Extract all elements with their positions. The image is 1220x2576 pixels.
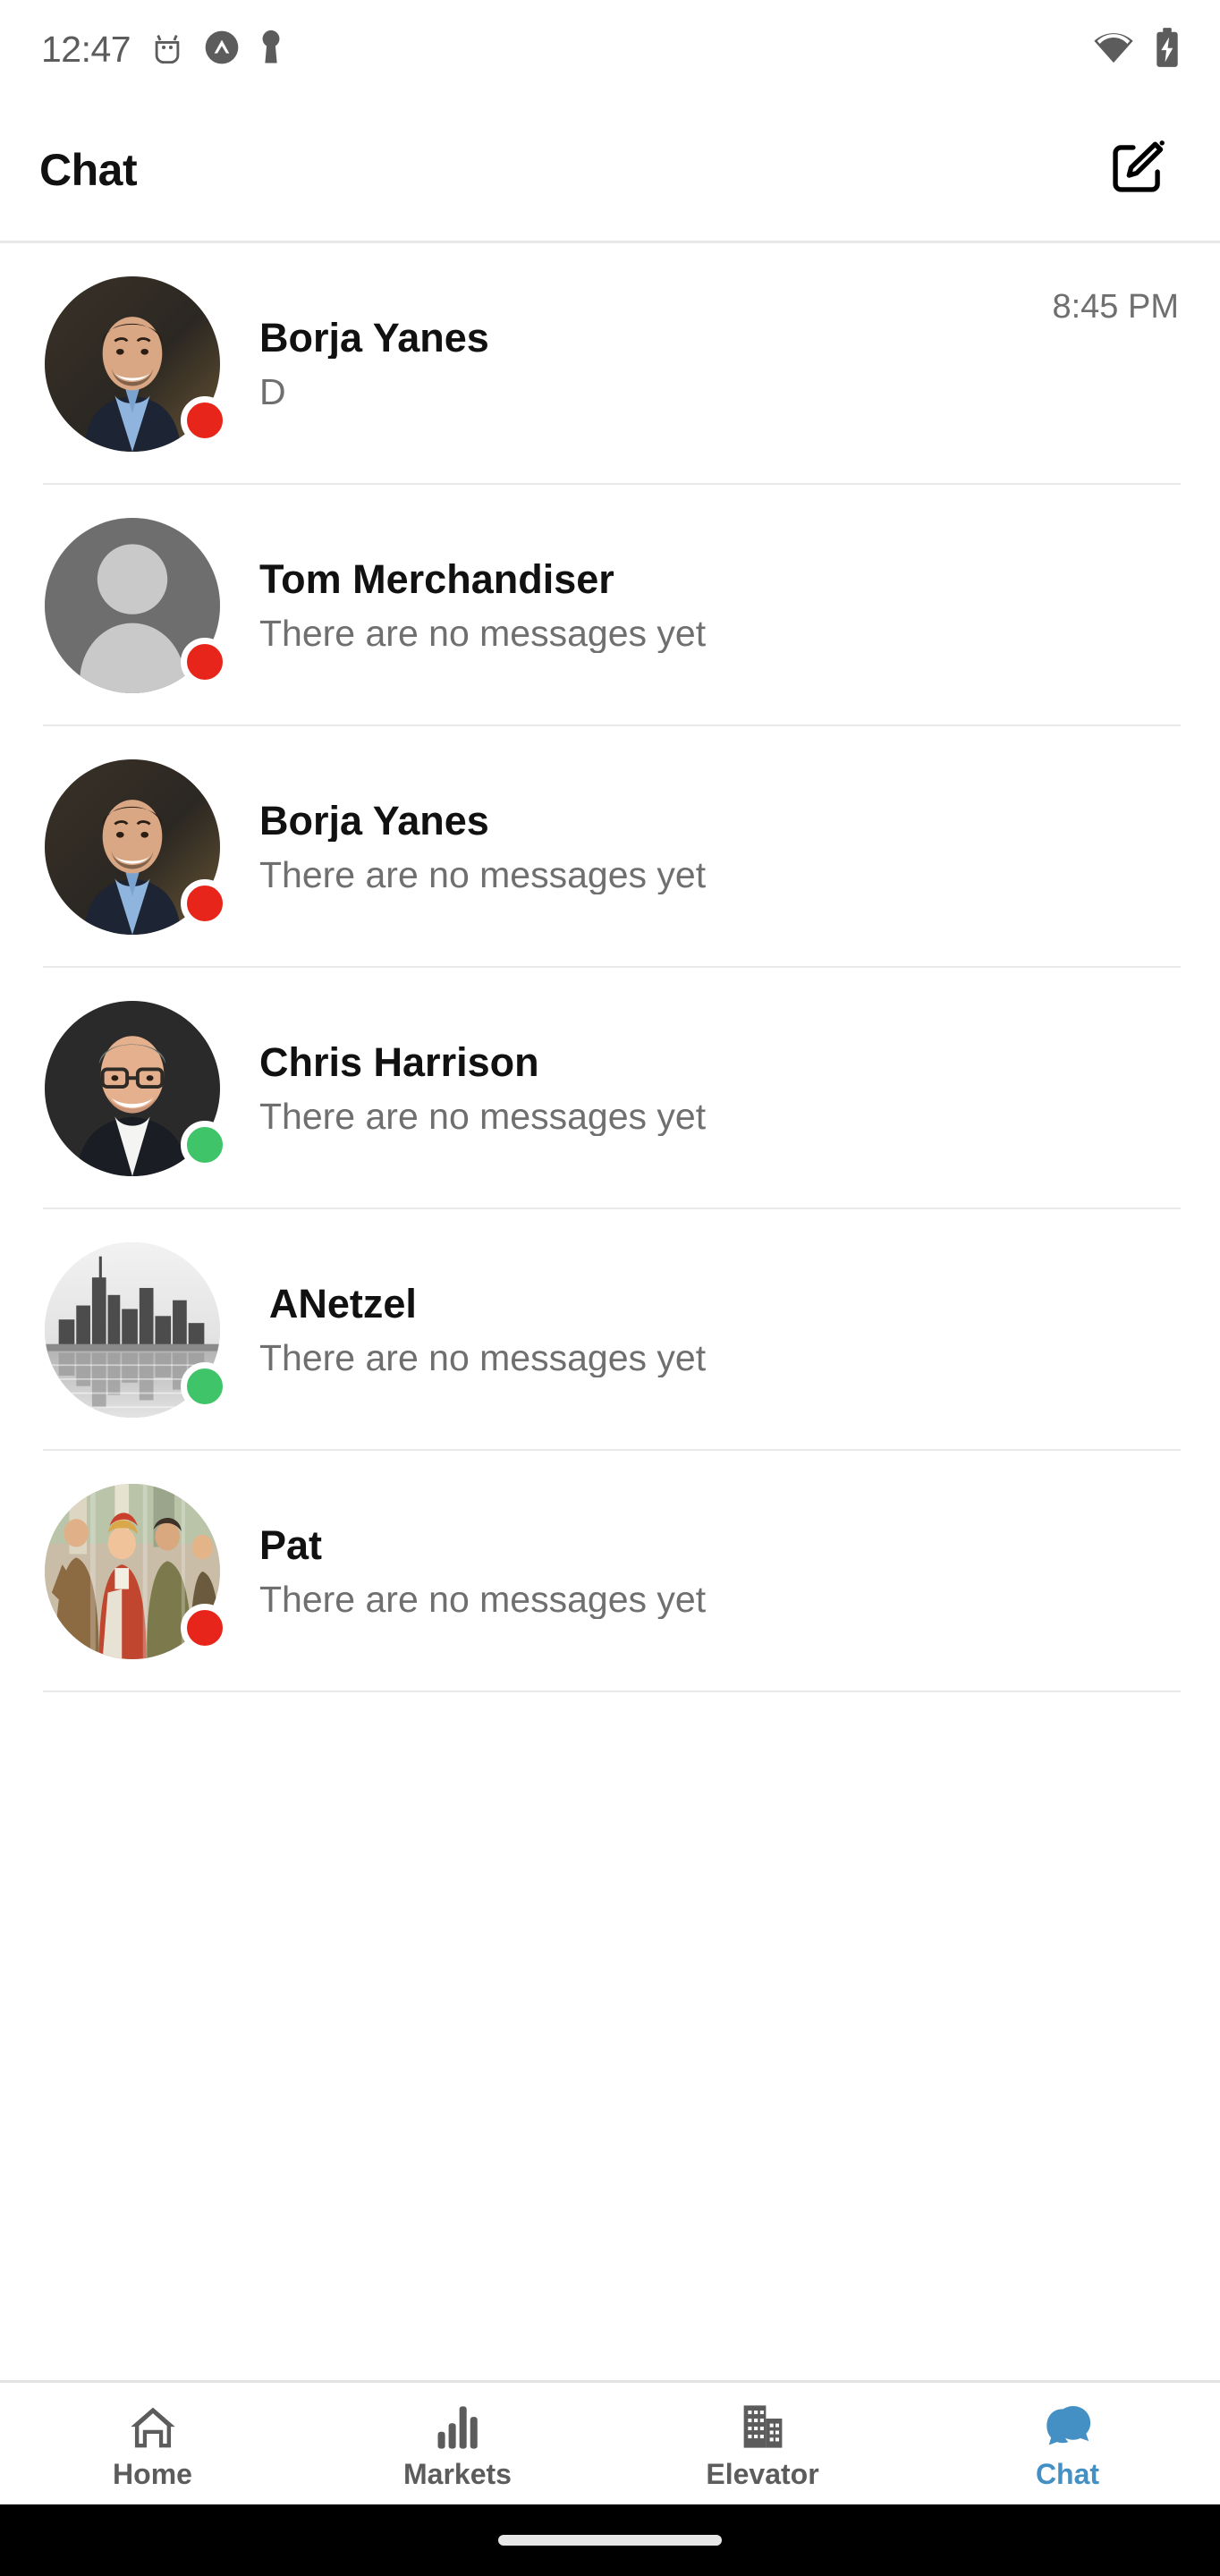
status-dot-online [181,1121,229,1169]
chat-list-item[interactable]: Borja Yanes D 8:45 PM [0,243,1220,485]
chat-item-text: ANetzel There are no messages yet [220,1283,1165,1377]
chat-list-item[interactable]: ANetzel There are no messages yet [0,1209,1220,1451]
status-bar: 12:47 [0,0,1220,98]
chat-item-text: Chris Harrison There are no messages yet [220,1041,1165,1136]
app-badge-icon [204,30,240,70]
nav-tab-elevator[interactable]: Elevator [610,2383,915,2504]
chat-preview: There are no messages yet [259,614,707,654]
chat-bubbles-icon [1042,2399,1094,2451]
bar-chart-icon [435,2399,481,2451]
chat-list-item[interactable]: Tom Merchandiser There are no messages y… [0,485,1220,726]
gesture-navigation-bar [0,2504,1220,2576]
chat-name: Borja Yanes [259,799,489,843]
status-bar-clock: 12:47 [41,28,131,70]
avatar[interactable] [45,518,229,693]
chat-name: Chris Harrison [259,1040,539,1084]
compose-button[interactable] [1097,129,1179,211]
app-screen: 12:47 Chat Borja Yanes D 8:45 PM Tom Mer… [0,0,1220,2576]
nav-tab-chat[interactable]: Chat [915,2383,1220,2504]
chat-name: Borja Yanes [259,316,489,360]
chat-item-meta [1165,968,1179,1014]
app-header: Chat [0,98,1220,243]
avatar[interactable] [45,1001,229,1176]
chat-item-meta [1165,485,1179,531]
bottom-navigation: Home Markets Elevator Chat [0,2380,1220,2504]
chat-timestamp: 8:45 PM [1052,288,1179,326]
avatar[interactable] [45,276,229,452]
battery-charging-icon [1154,27,1181,72]
avatar[interactable] [45,759,229,935]
chat-item-text: Tom Merchandiser There are no messages y… [220,558,1165,653]
android-debug-icon [150,29,184,71]
chat-name: ANetzel [259,1282,417,1326]
chat-item-meta [1165,1209,1179,1256]
avatar[interactable] [45,1242,229,1418]
chat-item-text: Borja Yanes There are no messages yet [220,800,1165,894]
nav-label-chat: Chat [1035,2458,1100,2490]
buildings-icon [739,2399,787,2451]
nav-tab-markets[interactable]: Markets [305,2383,610,2504]
nav-label-home: Home [113,2458,192,2490]
nav-label-elevator: Elevator [706,2458,819,2490]
chat-list: Borja Yanes D 8:45 PM Tom Merchandiser T… [0,243,1220,2380]
chat-item-meta [1165,1451,1179,1497]
key-icon [259,29,283,71]
chat-name: Tom Merchandiser [259,557,614,601]
chat-preview: D [259,373,286,412]
chat-item-meta [1165,726,1179,773]
nav-tab-home[interactable]: Home [0,2383,305,2504]
chat-preview: There are no messages yet [259,1339,707,1378]
chat-name: Pat [259,1523,323,1567]
status-bar-right [1093,27,1181,72]
compose-icon [1107,137,1168,202]
chat-item-meta: 8:45 PM [1038,243,1179,324]
chat-list-item[interactable]: Borja Yanes There are no messages yet [0,726,1220,968]
chat-list-item[interactable]: Pat There are no messages yet [0,1451,1220,1692]
chat-preview: There are no messages yet [259,1580,707,1620]
status-dot-offline [181,1604,229,1652]
nav-label-markets: Markets [403,2458,512,2490]
status-bar-left: 12:47 [41,29,283,71]
chat-list-item[interactable]: Chris Harrison There are no messages yet [0,968,1220,1209]
chat-preview: There are no messages yet [259,1097,707,1137]
status-dot-offline [181,879,229,928]
chat-preview: There are no messages yet [259,856,707,895]
chat-item-text: Borja Yanes D [220,317,1038,411]
status-dot-online [181,1362,229,1411]
gesture-pill[interactable] [498,2535,722,2546]
wifi-icon [1093,30,1134,69]
avatar[interactable] [45,1484,229,1659]
home-icon [128,2399,178,2451]
status-dot-offline [181,396,229,445]
page-title: Chat [39,144,138,195]
chat-item-text: Pat There are no messages yet [220,1524,1165,1619]
status-dot-offline [181,638,229,686]
